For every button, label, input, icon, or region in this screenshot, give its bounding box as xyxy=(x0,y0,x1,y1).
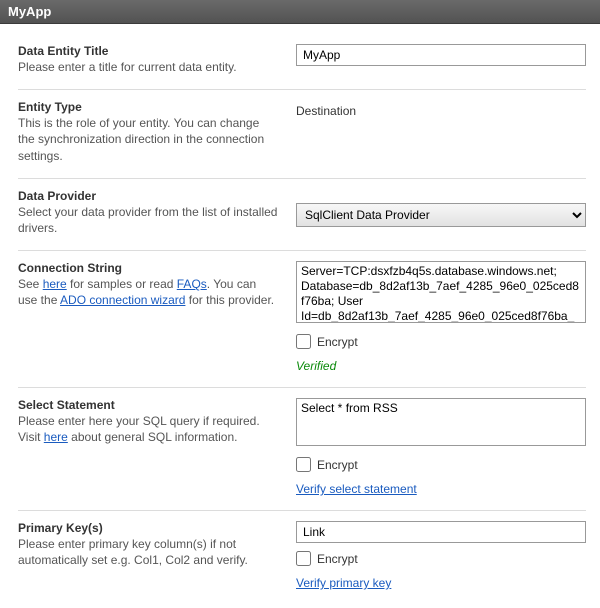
entity-type-value: Destination xyxy=(296,100,586,118)
section-entity-type: Entity Type This is the role of your ent… xyxy=(18,90,586,179)
entity-title-input[interactable] xyxy=(296,44,586,66)
form-body: Data Entity Title Please enter a title f… xyxy=(0,24,600,608)
connection-string-label: Connection String xyxy=(18,261,278,275)
conn-ado-link[interactable]: ADO connection wizard xyxy=(60,293,185,307)
select-encrypt-checkbox[interactable] xyxy=(296,457,311,472)
entity-type-sub: This is the role of your entity. You can… xyxy=(18,115,278,164)
pk-encrypt-label: Encrypt xyxy=(317,552,358,566)
conn-encrypt-checkbox[interactable] xyxy=(296,334,311,349)
conn-encrypt-label: Encrypt xyxy=(317,335,358,349)
section-primary-key: Primary Key(s) Please enter primary key … xyxy=(18,511,586,604)
primary-key-input[interactable] xyxy=(296,521,586,543)
data-provider-select[interactable]: SqlClient Data Provider xyxy=(296,203,586,227)
primary-key-sub: Please enter primary key column(s) if no… xyxy=(18,536,278,568)
entity-type-label: Entity Type xyxy=(18,100,278,114)
select-stmt-sub: Please enter here your SQL query if requ… xyxy=(18,413,278,445)
pk-encrypt-checkbox[interactable] xyxy=(296,551,311,566)
data-provider-sub: Select your data provider from the list … xyxy=(18,204,278,236)
conn-faq-link[interactable]: FAQs xyxy=(177,277,207,291)
section-connection-string: Connection String See here for samples o… xyxy=(18,251,586,388)
entity-title-sub: Please enter a title for current data en… xyxy=(18,59,278,75)
connection-string-input[interactable] xyxy=(296,261,586,323)
select-encrypt-label: Encrypt xyxy=(317,458,358,472)
primary-key-label: Primary Key(s) xyxy=(18,521,278,535)
verify-select-link[interactable]: Verify select statement xyxy=(296,482,417,496)
window-title: MyApp xyxy=(0,0,600,24)
data-provider-label: Data Provider xyxy=(18,189,278,203)
entity-title-label: Data Entity Title xyxy=(18,44,278,58)
section-data-provider: Data Provider Select your data provider … xyxy=(18,179,586,251)
conn-verified-status: Verified xyxy=(296,359,586,373)
select-stmt-input[interactable] xyxy=(296,398,586,446)
conn-here-link[interactable]: here xyxy=(43,277,67,291)
select-stmt-label: Select Statement xyxy=(18,398,278,412)
section-entity-title: Data Entity Title Please enter a title f… xyxy=(18,34,586,90)
section-select-statement: Select Statement Please enter here your … xyxy=(18,388,586,511)
verify-pk-link[interactable]: Verify primary key xyxy=(296,576,391,590)
select-here-link[interactable]: here xyxy=(44,430,68,444)
connection-string-sub: See here for samples or read FAQs. You c… xyxy=(18,276,278,308)
